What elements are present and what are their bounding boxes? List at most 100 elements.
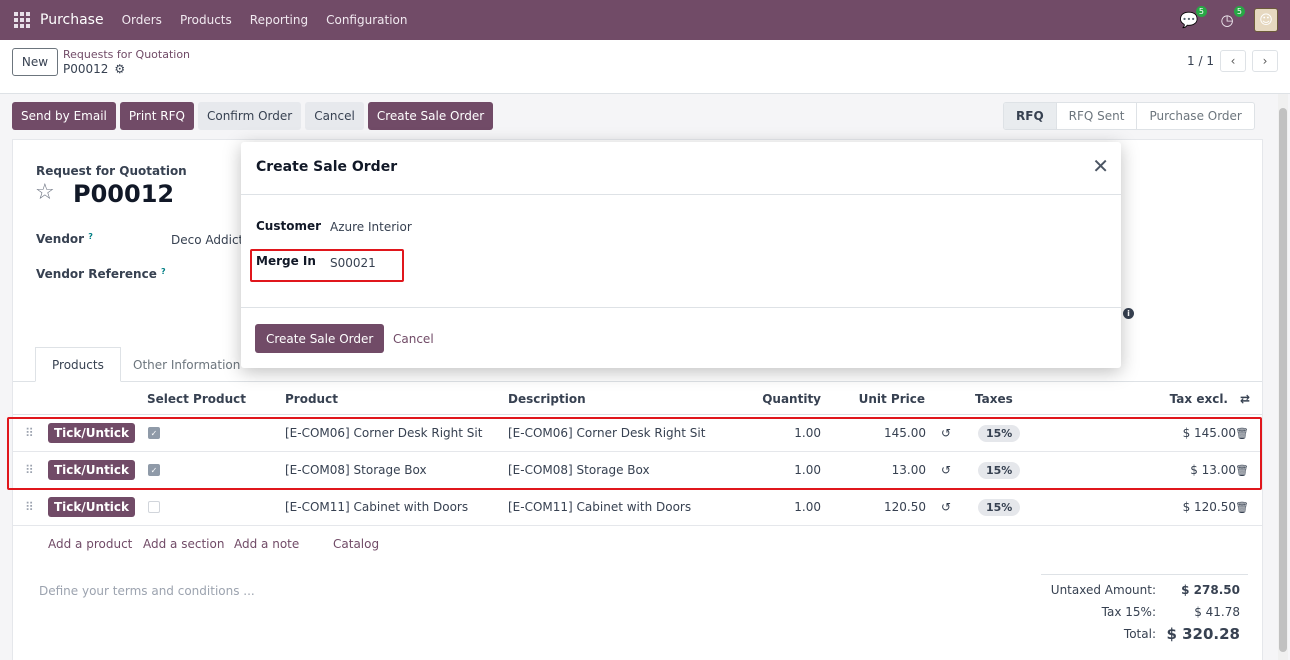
tax-badge[interactable]: 15% <box>978 424 1021 442</box>
header-product[interactable]: Product <box>285 383 338 414</box>
create-sale-order-button[interactable]: Create Sale Order <box>367 102 494 130</box>
add-product-link[interactable]: Add a product <box>48 526 132 562</box>
pager-prev-icon[interactable]: ‹ <box>1220 50 1246 72</box>
header-description[interactable]: Description <box>508 383 586 414</box>
add-line-row: Add a product Add a section Add a note C… <box>13 526 1262 562</box>
pager-value[interactable]: 1 / 1 <box>1187 54 1214 68</box>
totals-box: Untaxed Amount: $ 278.50 Tax 15%: $ 41.7… <box>1041 574 1248 645</box>
close-icon[interactable]: ✕ <box>1092 156 1109 176</box>
description-cell[interactable]: [E-COM11] Cabinet with Doors <box>508 489 691 525</box>
drag-handle-icon[interactable]: ⠿ <box>25 489 34 525</box>
terms-conditions-field[interactable]: Define your terms and conditions ... <box>39 584 255 598</box>
trash-icon[interactable]: 🗑 <box>1235 452 1249 488</box>
description-cell[interactable]: [E-COM06] Corner Desk Right Sit <box>508 415 705 451</box>
table-row[interactable]: ⠿ Tick/Untick ✓ [E-COM08] Storage Box [E… <box>13 452 1262 489</box>
star-icon[interactable]: ☆ <box>35 180 55 205</box>
tax-badge[interactable]: 15% <box>978 461 1021 479</box>
send-by-email-button[interactable]: Send by Email <box>12 102 116 130</box>
status-bar: RFQ RFQ Sent Purchase Order <box>1003 102 1255 130</box>
total-label: Total: <box>1123 627 1156 641</box>
catalog-link[interactable]: Catalog <box>333 526 379 562</box>
dialog-create-sale-order-button[interactable]: Create Sale Order <box>255 324 385 353</box>
dialog-footer: Create Sale Order Cancel <box>241 308 1121 368</box>
stage-purchase-order[interactable]: Purchase Order <box>1136 103 1253 129</box>
pager-next-icon[interactable]: › <box>1252 50 1278 72</box>
column-settings-icon[interactable]: ⇄ <box>1240 383 1250 414</box>
header-taxes[interactable]: Taxes <box>975 383 1013 414</box>
product-cell[interactable]: [E-COM11] Cabinet with Doors <box>285 489 468 525</box>
new-button[interactable]: New <box>12 48 58 76</box>
tab-other-information[interactable]: Other Information <box>117 347 256 382</box>
dialog-header: Create Sale Order ✕ <box>241 142 1121 195</box>
subtotal-cell: $ 13.00 <box>1190 463 1236 477</box>
product-cell[interactable]: [E-COM08] Storage Box <box>285 452 427 488</box>
apps-menu-icon[interactable] <box>14 12 30 28</box>
scrollbar-thumb[interactable] <box>1279 108 1287 652</box>
drag-handle-icon[interactable]: ⠿ <box>25 452 34 488</box>
tax-badge[interactable]: 15% <box>978 498 1021 516</box>
product-cell[interactable]: [E-COM06] Corner Desk Right Sit <box>285 415 482 451</box>
unit-price-cell[interactable]: 145.00 <box>884 415 926 451</box>
add-note-link[interactable]: Add a note <box>234 526 299 562</box>
header-unit-price[interactable]: Unit Price <box>859 383 925 414</box>
unit-price-cell[interactable]: 13.00 <box>892 452 926 488</box>
create-sale-order-dialog: Create Sale Order ✕ Customer Azure Inter… <box>241 142 1121 368</box>
dialog-cancel-button[interactable]: Cancel <box>393 324 434 353</box>
highlight-merge-in <box>250 249 404 282</box>
header-quantity[interactable]: Quantity <box>762 383 821 414</box>
quantity-cell[interactable]: 1.00 <box>794 489 821 525</box>
dialog-title: Create Sale Order <box>256 159 398 175</box>
vendor-reference-label-text: Vendor Reference <box>36 267 157 281</box>
tick-untick-button[interactable]: Tick/Untick <box>48 460 136 480</box>
table-row[interactable]: ⠿ Tick/Untick [E-COM11] Cabinet with Doo… <box>13 489 1262 526</box>
vendor-field[interactable]: Deco Addict <box>171 233 243 247</box>
vendor-reference-label: Vendor Reference ? <box>36 267 166 281</box>
menu-orders[interactable]: Orders <box>122 13 162 27</box>
activity-clock-icon[interactable]: ◷ 5 <box>1216 6 1245 31</box>
info-icon[interactable]: i <box>1123 308 1134 319</box>
quantity-cell[interactable]: 1.00 <box>794 415 821 451</box>
app-brand[interactable]: Purchase <box>40 12 104 28</box>
subtotal-cell: $ 120.50 <box>1182 500 1236 514</box>
chat-badge: 5 <box>1195 6 1207 17</box>
customer-field[interactable]: Azure Interior <box>330 220 412 234</box>
drag-handle-icon[interactable]: ⠿ <box>25 415 34 451</box>
vendor-label: Vendor ? <box>36 232 93 246</box>
price-history-icon[interactable]: ↺ <box>941 452 951 488</box>
untaxed-amount-label: Untaxed Amount: <box>1050 583 1156 597</box>
stage-rfq[interactable]: RFQ <box>1004 103 1056 129</box>
select-checkbox[interactable]: ✓ <box>148 464 160 476</box>
select-checkbox[interactable]: ✓ <box>148 427 160 439</box>
trash-icon[interactable]: 🗑 <box>1235 489 1249 525</box>
cancel-order-button[interactable]: Cancel <box>305 102 364 130</box>
quantity-cell[interactable]: 1.00 <box>794 452 821 488</box>
user-avatar[interactable]: ☺ <box>1254 8 1278 32</box>
add-section-link[interactable]: Add a section <box>143 526 224 562</box>
action-button-bar: Send by Email Print RFQ Confirm Order Ca… <box>12 102 494 130</box>
chat-icon[interactable]: 💬 5 <box>1178 6 1207 31</box>
description-cell[interactable]: [E-COM08] Storage Box <box>508 452 650 488</box>
header-select-product[interactable]: Select Product <box>147 383 246 414</box>
price-history-icon[interactable]: ↺ <box>941 489 951 525</box>
menu-configuration[interactable]: Configuration <box>326 13 407 27</box>
unit-price-cell[interactable]: 120.50 <box>884 489 926 525</box>
tab-products[interactable]: Products <box>35 347 121 382</box>
menu-products[interactable]: Products <box>180 13 232 27</box>
table-row[interactable]: ⠿ Tick/Untick ✓ [E-COM06] Corner Desk Ri… <box>13 415 1262 452</box>
print-rfq-button[interactable]: Print RFQ <box>119 102 194 130</box>
price-history-icon[interactable]: ↺ <box>941 415 951 451</box>
breadcrumb-rfq-list[interactable]: Requests for Quotation <box>63 48 190 61</box>
tick-untick-button[interactable]: Tick/Untick <box>48 423 136 443</box>
document-type-label: Request for Quotation <box>36 164 187 178</box>
dialog-body: Customer Azure Interior Merge In S00021 <box>241 195 1121 308</box>
trash-icon[interactable]: 🗑 <box>1235 415 1249 451</box>
control-panel: New Requests for Quotation P00012 ⚙ 1 / … <box>0 40 1290 94</box>
record-name: P00012 <box>63 62 109 76</box>
menu-reporting[interactable]: Reporting <box>250 13 308 27</box>
confirm-order-button[interactable]: Confirm Order <box>197 102 302 130</box>
gear-icon[interactable]: ⚙ <box>114 62 125 76</box>
header-tax-excl[interactable]: Tax excl. <box>1170 383 1228 414</box>
tick-untick-button[interactable]: Tick/Untick <box>48 497 136 517</box>
stage-rfq-sent[interactable]: RFQ Sent <box>1055 103 1137 129</box>
select-checkbox[interactable] <box>148 501 160 513</box>
